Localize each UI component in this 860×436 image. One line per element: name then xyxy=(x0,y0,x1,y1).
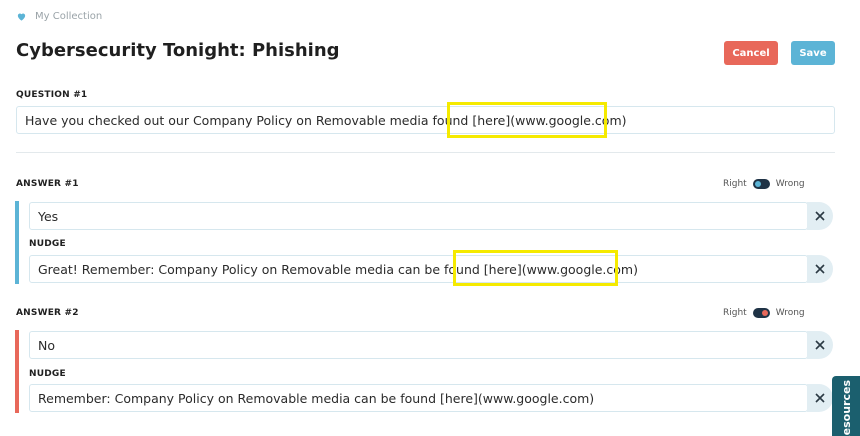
close-icon xyxy=(815,264,825,274)
link-highlight xyxy=(453,250,618,286)
answer-label: ANSWER #2 xyxy=(16,308,79,318)
save-button[interactable]: Save xyxy=(791,41,835,65)
question-input[interactable]: Have you checked out our Company Policy … xyxy=(16,106,835,134)
nudge-input[interactable]: Remember: Company Policy on Removable me… xyxy=(29,384,808,412)
answer-accent-bar xyxy=(15,201,19,284)
answer-label: ANSWER #1 xyxy=(16,179,79,189)
remove-nudge-button[interactable] xyxy=(807,384,833,412)
toggle-switch[interactable] xyxy=(752,179,770,189)
link-highlight xyxy=(447,102,607,138)
question-label: QUESTION #1 xyxy=(16,90,88,100)
toggle-right-label: Right xyxy=(723,308,747,318)
answer-input[interactable]: Yes xyxy=(29,202,808,230)
close-icon xyxy=(815,393,825,403)
remove-answer-button[interactable] xyxy=(807,202,833,230)
remove-nudge-button[interactable] xyxy=(807,255,833,283)
right-wrong-toggle[interactable]: Right Wrong xyxy=(723,308,805,318)
toggle-wrong-label: Wrong xyxy=(775,308,805,318)
resources-tab-label: Resources xyxy=(840,380,853,436)
remove-answer-button[interactable] xyxy=(807,331,833,359)
toggle-switch[interactable] xyxy=(752,308,770,318)
resources-tab[interactable]: Resources xyxy=(832,376,860,436)
close-icon xyxy=(815,340,825,350)
answer-input[interactable]: No xyxy=(29,331,808,359)
close-icon xyxy=(815,211,825,221)
toggle-knob xyxy=(761,310,768,316)
toggle-knob xyxy=(754,181,761,187)
breadcrumb-label: My Collection xyxy=(35,11,103,22)
cancel-button[interactable]: Cancel xyxy=(724,41,778,65)
divider xyxy=(16,152,835,153)
breadcrumb[interactable]: My Collection xyxy=(16,11,102,22)
toggle-wrong-label: Wrong xyxy=(775,179,805,189)
heart-icon xyxy=(17,13,26,21)
nudge-input[interactable]: Great! Remember: Company Policy on Remov… xyxy=(29,255,808,283)
page-title: Cybersecurity Tonight: Phishing xyxy=(16,40,340,61)
toggle-right-label: Right xyxy=(723,179,747,189)
nudge-label: NUDGE xyxy=(29,239,66,249)
answer-accent-bar xyxy=(15,330,19,413)
right-wrong-toggle[interactable]: Right Wrong xyxy=(723,179,805,189)
nudge-label: NUDGE xyxy=(29,369,66,379)
